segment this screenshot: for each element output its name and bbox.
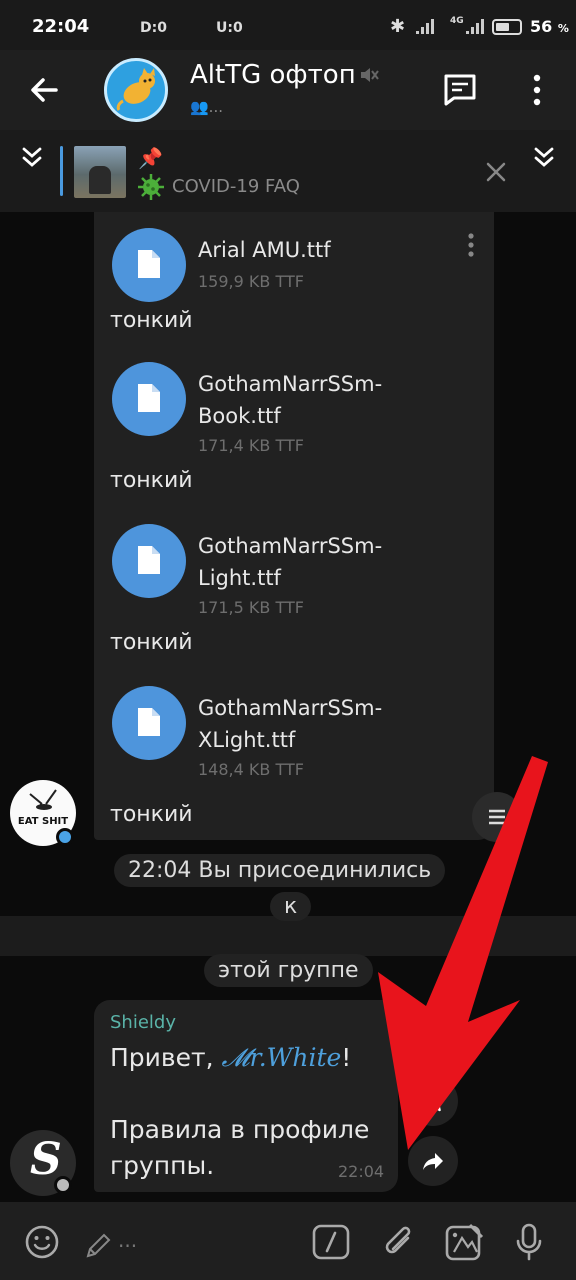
microphone-icon[interactable] (514, 1222, 544, 1262)
back-arrow-icon[interactable] (26, 72, 62, 108)
group-avatar[interactable] (104, 58, 168, 122)
pinned-text: COVID-19 FAQ (172, 176, 300, 197)
close-icon[interactable] (484, 160, 508, 184)
service-message-line3: этой группе (204, 954, 373, 987)
sticker-palette-icon[interactable] (444, 1222, 486, 1262)
text-message-bubble[interactable]: Shieldy Привет, 𝓜r.White! Правила в проф… (94, 1000, 398, 1192)
cat-logo-icon (116, 68, 155, 111)
service-message-line2: к (270, 892, 312, 921)
file-name: GothamNarrSSm-Book.ttf (198, 372, 383, 428)
chat-title[interactable]: AltTG офтоп (190, 60, 356, 90)
message-sender-name[interactable]: Shieldy (110, 1012, 176, 1033)
message-more-icon[interactable] (466, 232, 476, 260)
file-name: GothamNarrSSm-XLight.ttf (198, 696, 383, 752)
attach-paperclip-icon[interactable] (380, 1222, 418, 1262)
network-type: 4G (450, 16, 464, 26)
double-chevron-down-icon-right[interactable] (530, 144, 558, 172)
signal-icon-2 (466, 19, 484, 34)
file-size: 159,9 KB TTF (198, 272, 304, 291)
bot-status-indicator (54, 1176, 72, 1194)
message-time: 22:04 (338, 1162, 385, 1181)
file-size: 171,4 KB TTF (198, 436, 304, 455)
document-icon[interactable] (112, 686, 186, 760)
sender-avatar-text: EAT SHIT (18, 816, 68, 827)
file-name: Arial AMU.ttf (198, 238, 331, 262)
pinned-message-bar[interactable]: 📌 COVID-19 FAQ (0, 130, 576, 212)
file-caption: тонкий (110, 308, 193, 333)
status-time: 22:04 (32, 16, 90, 37)
battery-percent: 56 % (530, 17, 569, 36)
status-download-rate: D:0 (140, 20, 167, 36)
battery-icon (492, 19, 522, 35)
file-size: 171,5 KB TTF (198, 598, 304, 617)
red-arrow-annotation (378, 756, 548, 1150)
file-size: 148,4 KB TTF (198, 760, 304, 779)
status-upload-rate: U:0 (216, 20, 243, 36)
bot-commands-icon[interactable] (312, 1224, 350, 1260)
document-icon[interactable] (112, 524, 186, 598)
double-chevron-down-icon[interactable] (18, 144, 46, 172)
status-bar: 22:04 D:0 U:0 ✱ 4G 56 % (0, 0, 576, 50)
chat-subtitle: 👥... (190, 98, 223, 116)
file-caption: тонкий (110, 802, 193, 827)
file-caption: тонкий (110, 630, 193, 655)
file-name: GothamNarrSSm-Light.ttf (198, 534, 383, 590)
user-mention-link[interactable]: 𝓜r.White (222, 1043, 342, 1072)
pinned-thumbnail (74, 146, 126, 198)
virus-icon (138, 174, 164, 200)
message-input[interactable]: ... (118, 1228, 137, 1252)
online-indicator (56, 828, 74, 846)
pushpin-icon: 📌 (138, 146, 163, 170)
message-input-bar: ... (0, 1202, 576, 1280)
pinned-indicator (60, 146, 63, 196)
more-vertical-icon[interactable] (524, 72, 550, 108)
signal-icon (416, 19, 434, 34)
chat-area[interactable]: Arial AMU.ttf 159,9 KB TTF тонкий Gotham… (0, 212, 576, 1202)
document-icon[interactable] (112, 362, 186, 436)
pencil-icon (86, 1233, 111, 1258)
file-caption: тонкий (110, 468, 193, 493)
discussion-icon[interactable] (442, 72, 478, 108)
document-icon[interactable] (112, 228, 186, 302)
chat-header: AltTG офтоп 👥... (0, 50, 576, 130)
emoji-icon[interactable] (24, 1224, 60, 1260)
bluetooth-icon: ✱ (390, 16, 406, 37)
muted-icon (361, 68, 379, 82)
files-message-bubble[interactable]: Arial AMU.ttf 159,9 KB TTF тонкий Gotham… (94, 212, 494, 840)
